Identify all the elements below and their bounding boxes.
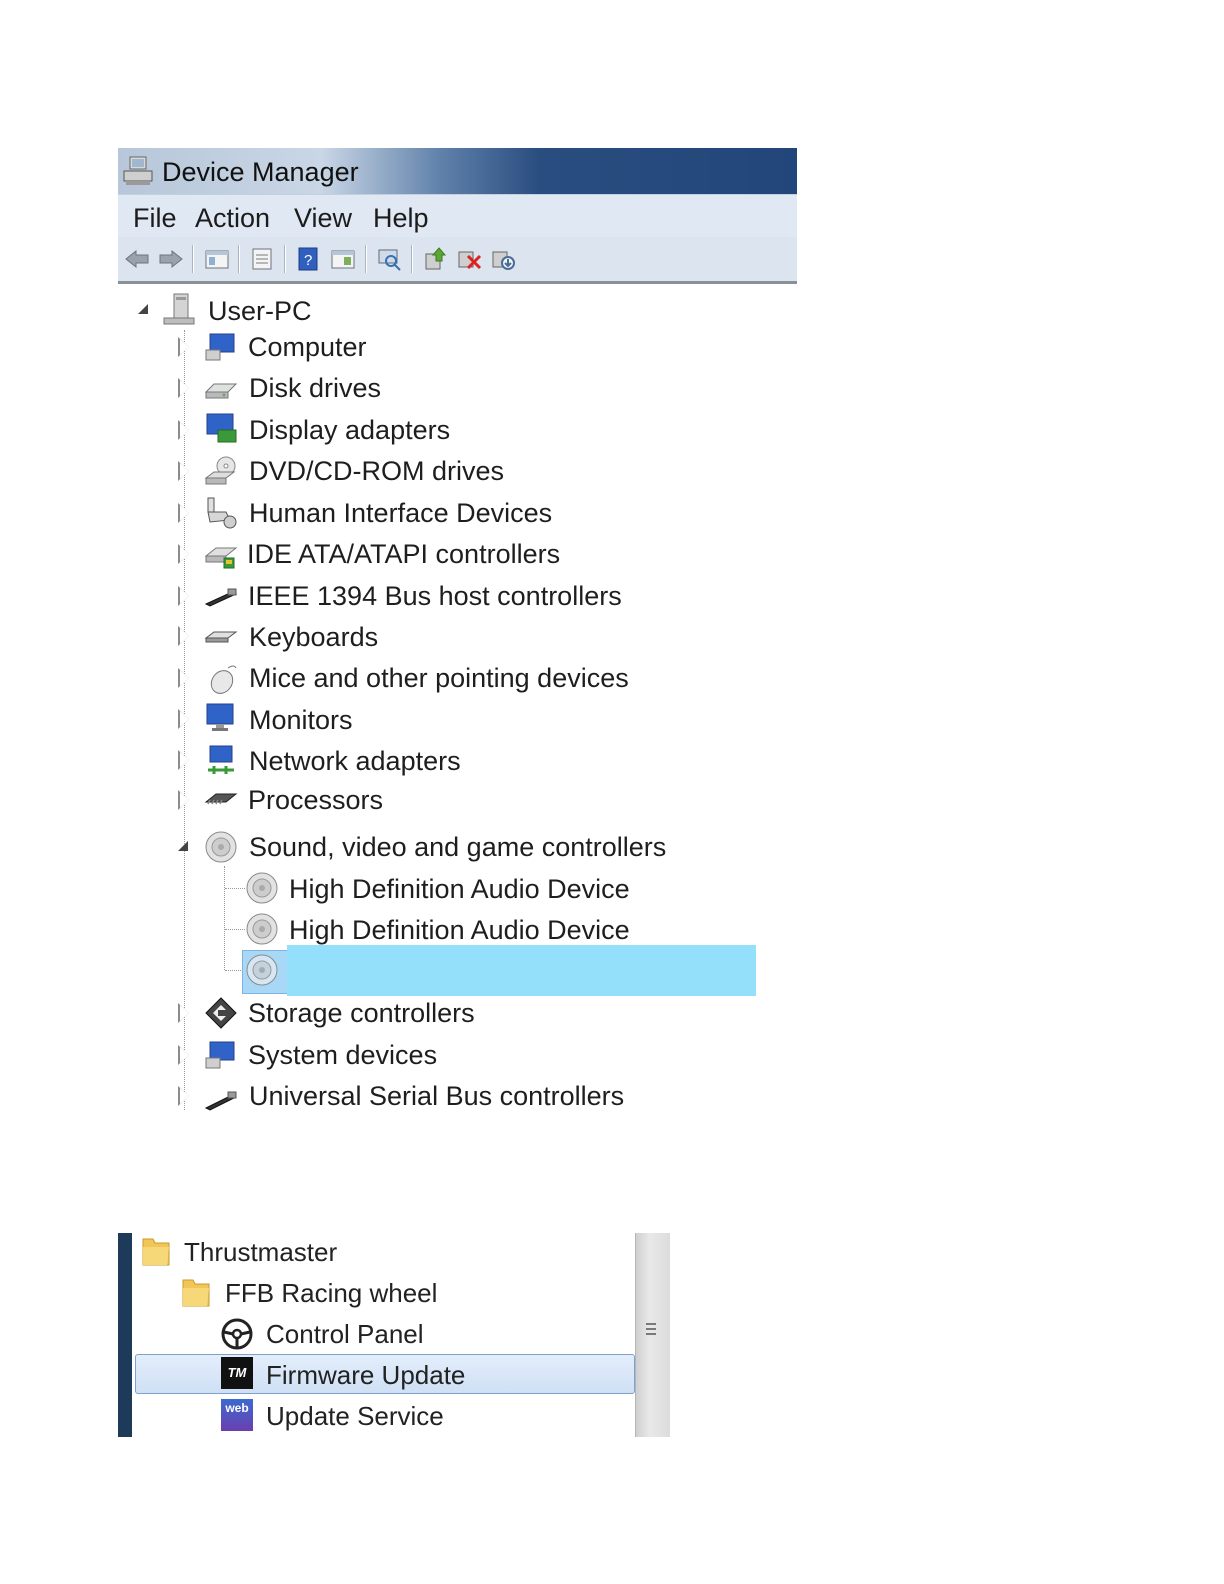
tree-item-ide-ata-atapi-controllers[interactable]: IDE ATA/ATAPI controllers <box>247 538 560 570</box>
svg-text:?: ? <box>304 252 312 269</box>
scan-hardware-icon[interactable] <box>376 246 402 272</box>
window-title: Device Manager <box>162 157 359 187</box>
expand-arrow[interactable] <box>178 337 189 357</box>
expand-arrow[interactable] <box>178 750 189 770</box>
tree-item-dvd-cd-rom-drives[interactable]: DVD/CD-ROM drives <box>249 455 504 487</box>
show-hide-tree-icon[interactable] <box>204 246 230 272</box>
usb-icon <box>204 1091 237 1111</box>
tree-item-display-adapters[interactable]: Display adapters <box>249 414 450 446</box>
disable-device-icon[interactable] <box>490 246 516 272</box>
speaker-icon <box>205 831 237 863</box>
folder-icon <box>142 1238 170 1266</box>
tree-item-hd-audio-device-2[interactable]: High Definition Audio Device <box>289 914 630 946</box>
speaker-icon <box>246 954 278 986</box>
tree-item-network-adapters[interactable]: Network adapters <box>249 745 461 777</box>
collapse-arrow[interactable] <box>138 304 148 314</box>
forward-icon[interactable] <box>158 246 184 272</box>
expand-arrow[interactable] <box>178 1003 189 1023</box>
tree-item-computer[interactable]: Computer <box>248 331 367 363</box>
tree-item-human-interface-devices[interactable]: Human Interface Devices <box>249 497 552 529</box>
expand-arrow[interactable] <box>178 586 189 606</box>
computer-icon <box>163 293 195 325</box>
storage-controller-icon <box>205 997 237 1029</box>
tree-item-disk-drives[interactable]: Disk drives <box>249 372 381 404</box>
menu-item-ffb-racing-wheel[interactable]: FFB Racing wheel <box>225 1278 437 1309</box>
menu-item-control-panel[interactable]: Control Panel <box>266 1319 424 1350</box>
start-menu-programs: Thrustmaster FFB Racing wheel Control Pa… <box>118 1233 670 1437</box>
collapse-arrow[interactable] <box>178 841 188 851</box>
menu-help[interactable]: Help <box>373 203 429 234</box>
expand-arrow[interactable] <box>178 420 189 440</box>
uninstall-icon[interactable] <box>456 246 482 272</box>
back-icon[interactable] <box>124 246 150 272</box>
monitor-icon <box>206 703 234 731</box>
expand-arrow[interactable] <box>178 1045 189 1065</box>
title-bar[interactable]: Device Manager <box>118 148 797 194</box>
speaker-icon <box>246 913 278 945</box>
toolbar-separator <box>284 245 286 273</box>
toolbar-separator <box>365 245 367 273</box>
tree-connector <box>225 888 245 889</box>
folder-icon <box>182 1279 210 1307</box>
menu-item-thrustmaster[interactable]: Thrustmaster <box>184 1237 337 1268</box>
selected-device-row[interactable] <box>287 945 756 996</box>
mouse-icon <box>210 665 237 694</box>
expand-arrow[interactable] <box>178 503 189 523</box>
tm-logo-icon: TM <box>221 1357 253 1389</box>
menu-bar: File Action View Help <box>118 194 797 237</box>
tree-item-mice-and-other-pointing-devices[interactable]: Mice and other pointing devices <box>249 662 629 694</box>
expand-arrow[interactable] <box>178 626 189 646</box>
menu-action[interactable]: Action <box>195 203 270 234</box>
expand-arrow[interactable] <box>178 709 189 729</box>
toolbar-separator <box>238 245 240 273</box>
web-update-icon: web <box>221 1399 253 1431</box>
update-driver-icon[interactable] <box>422 246 448 272</box>
start-menu-left-edge <box>118 1233 132 1437</box>
expand-arrow[interactable] <box>178 378 189 398</box>
menu-file[interactable]: File <box>133 203 177 234</box>
expand-arrow[interactable] <box>178 544 189 564</box>
toolbar: ? <box>118 237 797 284</box>
disk-drive-icon <box>204 383 238 399</box>
tree-item-universal-serial-bus-controllers[interactable]: Universal Serial Bus controllers <box>249 1080 624 1112</box>
tree-item-storage-controllers[interactable]: Storage controllers <box>248 997 475 1029</box>
ide-controller-icon <box>204 547 238 569</box>
menu-item-update-service[interactable]: Update Service <box>266 1401 444 1432</box>
toolbar-separator <box>192 245 194 273</box>
computer-icon <box>205 333 235 361</box>
speaker-icon <box>246 872 278 904</box>
tree-item-hd-audio-device-1[interactable]: High Definition Audio Device <box>289 873 630 905</box>
expand-arrow[interactable] <box>178 668 189 688</box>
steering-wheel-icon <box>221 1318 253 1350</box>
expand-arrow[interactable] <box>178 790 189 810</box>
ieee1394-icon <box>204 588 238 607</box>
help-icon[interactable]: ? <box>296 246 322 272</box>
tree-item-sound-video-game-controllers[interactable]: Sound, video and game controllers <box>249 831 666 863</box>
expand-arrow[interactable] <box>178 461 189 481</box>
tree-item-system-devices[interactable]: System devices <box>248 1039 437 1071</box>
processor-icon <box>204 793 238 805</box>
scrollbar-grip-icon[interactable] <box>645 1321 657 1337</box>
tree-item-processors[interactable]: Processors <box>248 784 383 816</box>
network-adapter-icon <box>208 745 234 774</box>
tree-connector <box>225 929 245 930</box>
menu-item-firmware-update[interactable]: Firmware Update <box>266 1360 465 1391</box>
hid-icon <box>207 497 237 529</box>
view-icon[interactable] <box>330 246 356 272</box>
tree-item-monitors[interactable]: Monitors <box>249 704 353 736</box>
expand-arrow[interactable] <box>178 1086 189 1106</box>
display-adapter-icon <box>206 413 237 443</box>
toolbar-separator <box>411 245 413 273</box>
dvd-drive-icon <box>204 456 236 485</box>
tree-connector <box>224 866 225 970</box>
system-devices-icon <box>205 1041 235 1069</box>
properties-icon[interactable] <box>249 246 275 272</box>
keyboard-icon <box>204 631 238 643</box>
menu-view[interactable]: View <box>294 203 352 234</box>
device-manager-icon <box>123 156 153 185</box>
device-manager-window: Device Manager File Action View Help ? <box>118 148 797 284</box>
tree-item-keyboards[interactable]: Keyboards <box>249 621 378 653</box>
tree-root-user-pc[interactable]: User-PC <box>208 295 312 327</box>
tree-item-ieee-1394-bus-host-controllers[interactable]: IEEE 1394 Bus host controllers <box>248 580 622 612</box>
